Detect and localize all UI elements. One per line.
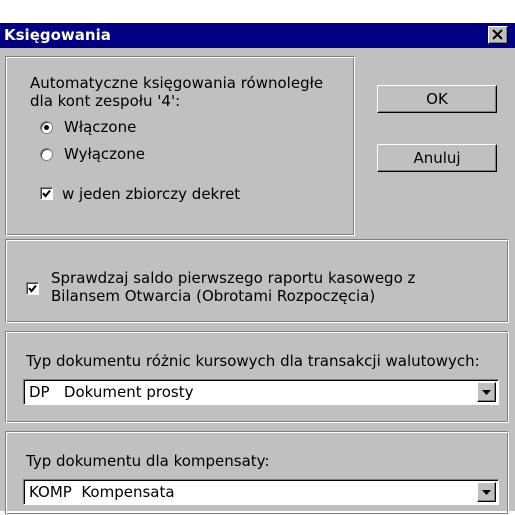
fx-document-group: Typ dokumentu różnic kursowych dla trans… [5,331,509,423]
auto-postings-group: Automatyczne księgowania równoległe dla … [5,56,355,236]
compensation-document-select[interactable]: KOMP Kompensata [23,479,499,505]
single-decree-checkbox[interactable] [40,187,53,200]
cash-report-group: Sprawdzaj saldo pierwszego raportu kasow… [5,239,509,323]
fx-document-select[interactable]: DP Dokument prosty [23,379,499,405]
checkmark-icon [42,189,51,198]
fx-document-label: Typ dokumentu różnic kursowych dla trans… [26,352,480,370]
compensation-document-label: Typ dokumentu dla kompensaty: [26,452,270,470]
compensation-document-group: Typ dokumentu dla kompensaty: KOMP Kompe… [5,431,509,515]
auto-postings-label-line2: dla kont zespołu '4': [30,92,181,110]
cancel-button[interactable]: Anuluj [377,144,497,172]
dialog-client-area: Automatyczne księgowania równoległe dla … [0,48,515,515]
checkmark-icon [28,284,37,293]
fx-document-dropdown-button[interactable] [477,382,496,402]
dropdown-arrow-icon [482,390,491,395]
window-title: Księgowania [4,26,111,44]
dropdown-arrow-icon [482,490,491,495]
cash-report-label-line1[interactable]: Sprawdzaj saldo pierwszego raportu kasow… [51,269,415,287]
single-decree-label[interactable]: w jeden zbiorczy dekret [62,185,240,203]
cash-report-checkbox[interactable] [26,282,39,295]
fx-document-value: DP Dokument prosty [29,383,194,401]
cash-report-label-line2[interactable]: Bilansem Otwarcia (Obrotami Rozpoczęcia) [51,287,375,305]
radio-disabled-label[interactable]: Wyłączone [64,145,145,163]
compensation-document-dropdown-button[interactable] [477,482,496,502]
ok-button[interactable]: OK [377,85,497,113]
radio-dot-icon [44,125,49,130]
compensation-document-value: KOMP Kompensata [29,483,175,501]
radio-enabled[interactable] [40,121,53,134]
radio-enabled-label[interactable]: Włączone [64,118,136,136]
close-button[interactable] [488,26,508,44]
radio-disabled[interactable] [40,148,53,161]
auto-postings-label-line1: Automatyczne księgowania równoległe [30,74,324,92]
title-bar: Księgowania [0,23,515,48]
close-icon [492,29,503,40]
